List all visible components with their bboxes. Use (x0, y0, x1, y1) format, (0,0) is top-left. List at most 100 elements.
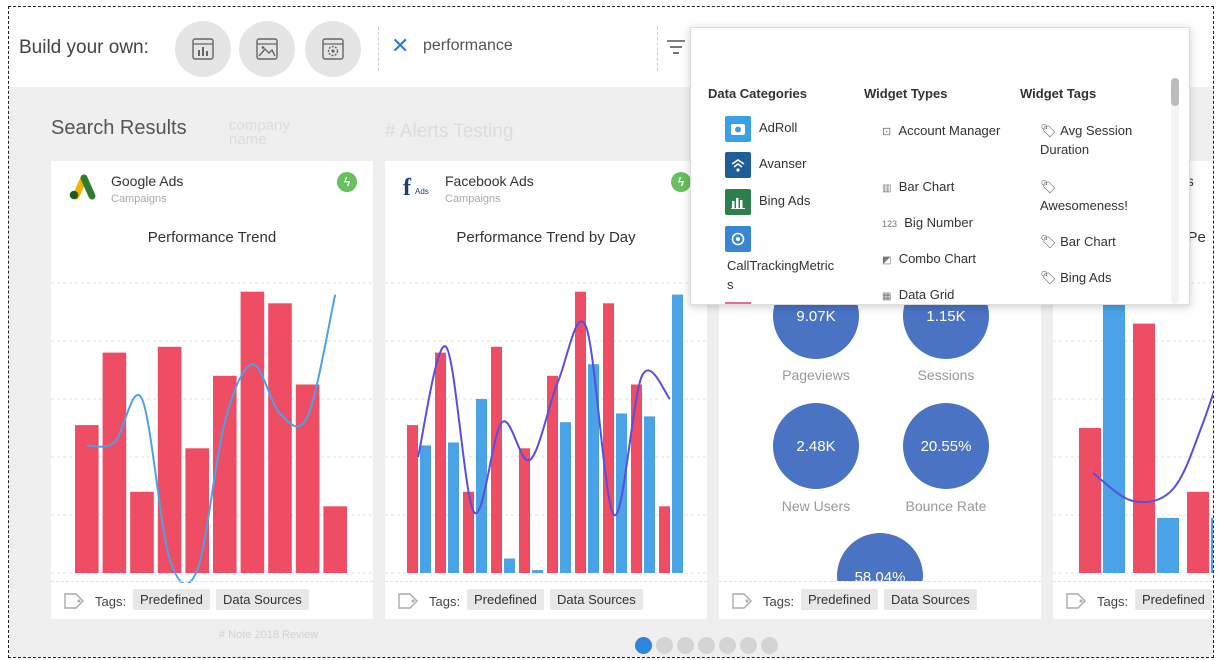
type-option-data-grid[interactable]: ▦ Data Grid (882, 285, 954, 304)
tag-icon (64, 593, 84, 609)
footer-ghost: # Note 2018 Review (219, 629, 319, 641)
tag-option-bing-ads[interactable]: 🏷 Bing Ads (1040, 268, 1111, 287)
filter-icon[interactable] (665, 37, 687, 57)
bar (491, 346, 502, 573)
bar (575, 291, 586, 573)
card-footer: Tags: Predefined Data Sources (385, 581, 707, 619)
signal-icon (725, 152, 751, 178)
type-option-bar-chart[interactable]: ▥ Bar Chart (882, 177, 954, 198)
pager-dot[interactable] (698, 637, 715, 654)
bar (448, 442, 459, 573)
bar (631, 384, 642, 573)
tag-chip[interactable]: Predefined (467, 589, 544, 610)
type-option-combo-chart[interactable]: ◩ Combo Chart (882, 249, 976, 270)
settings-widget-button[interactable] (305, 21, 361, 77)
type-option-big-number[interactable]: 123 Big Number (882, 213, 973, 234)
pager-dot[interactable] (740, 637, 757, 654)
image-widget-button[interactable] (239, 21, 295, 77)
tag-icon: 🏷 (1040, 179, 1057, 194)
performance-trend-by-day-chart (385, 282, 707, 574)
tag-chip[interactable]: Data Sources (884, 589, 977, 610)
type-label: Big Number (904, 215, 973, 230)
metric-bubble: 2.48K (773, 403, 859, 489)
svg-text:f: f (403, 175, 412, 201)
data-grid-icon: ▦ (882, 291, 892, 302)
scrollbar-thumb[interactable] (1171, 78, 1179, 106)
tag-label: Bing Ads (1060, 270, 1112, 285)
company-ghost-line2: name (229, 131, 267, 148)
bar (603, 303, 614, 573)
type-option-account-manager[interactable]: ⊡ Account Manager (882, 121, 1012, 142)
category-label: Avanser (759, 156, 807, 171)
bolt-icon: ϟ (337, 172, 357, 192)
bar (268, 303, 292, 573)
widget-card[interactable]: f Ads Facebook Ads Campaigns ϟ Performan… (385, 161, 707, 619)
bar (560, 422, 571, 573)
tag-label: Awesomeness! (1040, 198, 1128, 213)
tag-icon: 🏷 (1040, 123, 1057, 138)
tag-option-avg-session-duration[interactable]: 🏷 Avg Session Duration (1040, 121, 1150, 159)
dashboard-frame: Build your own: ✕ Search Results company… (8, 6, 1214, 658)
card-footer: Tags: Predefined Data Sources (719, 581, 1041, 619)
camera-icon (725, 116, 751, 142)
bar (532, 570, 543, 573)
tag-chip[interactable]: Data Sources (550, 589, 643, 610)
tag-label: Bar Chart (1060, 234, 1116, 249)
pager-dot[interactable] (677, 637, 694, 654)
build-your-own-label: Build your own: (19, 37, 149, 58)
bar (435, 352, 446, 573)
widget-types-header: Widget Types (864, 86, 948, 101)
bar (407, 425, 418, 573)
bar (1187, 491, 1209, 573)
bar (504, 558, 515, 573)
chart-widget-icon (192, 38, 214, 60)
pager-dot[interactable] (719, 637, 736, 654)
alerts-testing-ghost: # Alerts Testing (385, 121, 514, 142)
tag-chip[interactable]: Predefined (801, 589, 878, 610)
tag-icon (1066, 593, 1086, 609)
widget-card[interactable]: Google Ads Campaigns ϟ Performance Trend… (51, 161, 373, 619)
big-number-icon: 123 (882, 219, 898, 229)
type-label: Account Manager (898, 123, 1001, 138)
card-footer: Tags: Predefined Data Sources (51, 581, 373, 619)
tag-icon: 🏷 (1040, 270, 1057, 285)
card-source-subtitle: Campaigns (445, 193, 501, 205)
bar (644, 416, 655, 573)
category-option-adroll[interactable]: AdRoll (725, 116, 855, 142)
chart-widget-button[interactable] (175, 21, 231, 77)
combo-chart-icon: ◩ (882, 255, 892, 266)
tag-chip[interactable]: Data Sources (216, 589, 309, 610)
bar (547, 375, 558, 573)
tag-option-awesomeness[interactable]: 🏷 Awesomeness! (1040, 177, 1150, 215)
bar (659, 506, 670, 573)
pager-dot[interactable] (761, 637, 778, 654)
card-source-name: Facebook Ads (445, 173, 534, 189)
card-footer: Tags: Predefined (1053, 581, 1213, 619)
tag-option-bar-chart[interactable]: 🏷 Bar Chart (1040, 232, 1116, 251)
pager-dot[interactable] (635, 637, 652, 654)
bar (240, 291, 265, 573)
next-category-icon (725, 302, 751, 304)
bar (185, 448, 209, 573)
bar (463, 491, 474, 573)
tag-chip[interactable]: Predefined (1135, 589, 1212, 610)
tag-chip[interactable]: Predefined (133, 589, 210, 610)
search-input[interactable] (423, 37, 643, 55)
category-option-bing-ads[interactable]: Bing Ads (725, 189, 855, 215)
tag-icon (732, 593, 752, 609)
category-option-avanser[interactable]: Avanser (725, 152, 855, 178)
clear-search-icon[interactable]: ✕ (391, 35, 409, 57)
filter-dropdown: Data Categories Widget Types Widget Tags… (690, 27, 1190, 305)
pager-dot[interactable] (656, 637, 673, 654)
tags-label: Tags: (95, 594, 127, 609)
performance-trend-chart (51, 282, 373, 583)
category-option-calltrackingmetrics[interactable]: CallTrackingMetrics (725, 226, 855, 292)
dropdown-scrollbar[interactable] (1171, 78, 1179, 304)
category-label: AdRoll (759, 120, 798, 135)
target-icon (725, 226, 751, 252)
facebook-ads-logo-icon: f Ads (403, 175, 429, 201)
category-label: Bing Ads (759, 193, 811, 208)
bar (1079, 428, 1101, 573)
card-source-name: Google Ads (111, 173, 184, 189)
tags-label: Tags: (1097, 594, 1129, 609)
